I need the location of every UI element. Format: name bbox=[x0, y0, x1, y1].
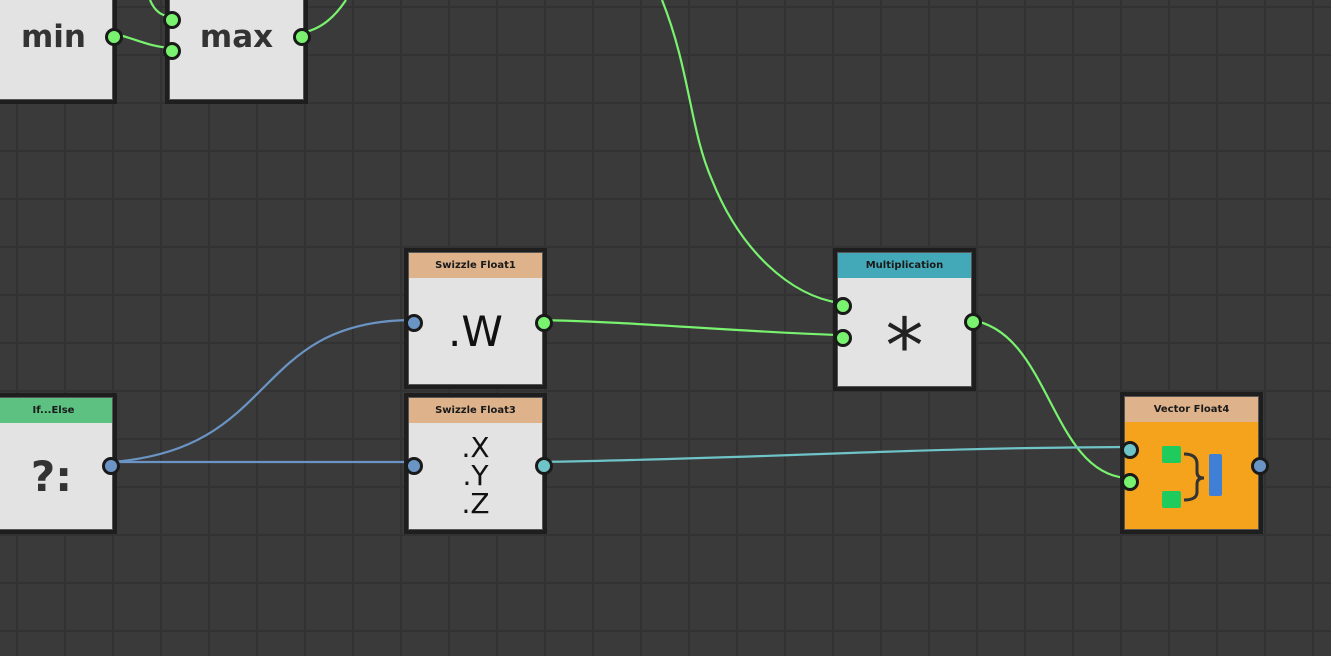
multiplication-node-body: Multiplication * bbox=[837, 252, 972, 387]
swizzle-float3-node-body: Swizzle Float3 .X .Y .Z bbox=[408, 397, 543, 530]
multiplication-node-symbol: * bbox=[885, 301, 924, 390]
multiplication-node[interactable]: Multiplication * bbox=[833, 248, 982, 391]
vector-float4-input-port-a[interactable] bbox=[1121, 441, 1139, 459]
swizzle-float3-input-port[interactable] bbox=[405, 457, 423, 475]
swizzle-float3-output-port[interactable] bbox=[535, 457, 553, 475]
swizzle-float1-node-body: Swizzle Float1 .W bbox=[408, 252, 543, 385]
wire-ifelse-to-swizzle1 bbox=[110, 318, 411, 464]
multiplication-output-port[interactable] bbox=[964, 313, 982, 331]
if-else-node-symbol: ?: bbox=[30, 451, 73, 501]
vector-float4-node-title: Vector Float4 bbox=[1125, 397, 1258, 422]
vector-float4-output-port[interactable] bbox=[1251, 457, 1269, 475]
swizzle-float3-y: .Y bbox=[462, 459, 489, 492]
if-else-node-title: If...Else bbox=[0, 398, 112, 423]
wire-multiplication-to-vector bbox=[969, 318, 1127, 480]
multiplication-input-port-a[interactable] bbox=[834, 297, 852, 315]
vector-float4-input-port-b[interactable] bbox=[1121, 473, 1139, 491]
wire-into-multiplication-a bbox=[660, 0, 841, 305]
vector-compose-icon bbox=[1161, 445, 1222, 508]
swizzle-float1-output-port[interactable] bbox=[535, 314, 553, 332]
if-else-output-port[interactable] bbox=[102, 457, 120, 475]
if-else-node[interactable]: If...Else ?: bbox=[0, 393, 120, 534]
min-output-port[interactable] bbox=[105, 28, 123, 46]
vector-float4-node[interactable]: Vector Float4 bbox=[1120, 392, 1269, 534]
wire-swizzle1-to-multiplication bbox=[539, 318, 841, 337]
swizzle-float3-node[interactable]: Swizzle Float3 .X .Y .Z bbox=[404, 393, 553, 534]
swizzle-float1-node-symbol: .W bbox=[448, 306, 503, 356]
min-node-label: min bbox=[21, 19, 86, 55]
swizzle-float3-x: .X bbox=[461, 431, 490, 464]
max-node-body: max bbox=[169, 0, 304, 100]
multiplication-input-port-b[interactable] bbox=[834, 329, 852, 347]
node-graph-canvas[interactable]: min max If...Else ?: Swizzle Float1 .W S… bbox=[0, 0, 1331, 656]
min-node[interactable]: min bbox=[0, 0, 123, 104]
max-input-port-a[interactable] bbox=[163, 11, 181, 29]
swizzle-float1-input-port[interactable] bbox=[405, 314, 423, 332]
max-node[interactable]: max bbox=[163, 0, 311, 104]
max-node-label: max bbox=[199, 19, 274, 55]
multiplication-node-title: Multiplication bbox=[838, 253, 971, 278]
max-output-port[interactable] bbox=[293, 28, 311, 46]
wire-swizzle3-to-vector bbox=[539, 445, 1127, 464]
max-input-port-b[interactable] bbox=[163, 42, 181, 60]
if-else-node-body: If...Else ?: bbox=[0, 397, 113, 530]
vector-float4-node-body: Vector Float4 bbox=[1124, 396, 1259, 530]
min-node-body: min bbox=[0, 0, 113, 100]
vector-float4-icon bbox=[1125, 422, 1258, 529]
swizzle-float3-z: .Z bbox=[461, 487, 490, 520]
swizzle-float3-node-title: Swizzle Float3 bbox=[409, 398, 542, 423]
swizzle-float1-node[interactable]: Swizzle Float1 .W bbox=[404, 248, 553, 389]
swizzle-float1-node-title: Swizzle Float1 bbox=[409, 253, 542, 278]
